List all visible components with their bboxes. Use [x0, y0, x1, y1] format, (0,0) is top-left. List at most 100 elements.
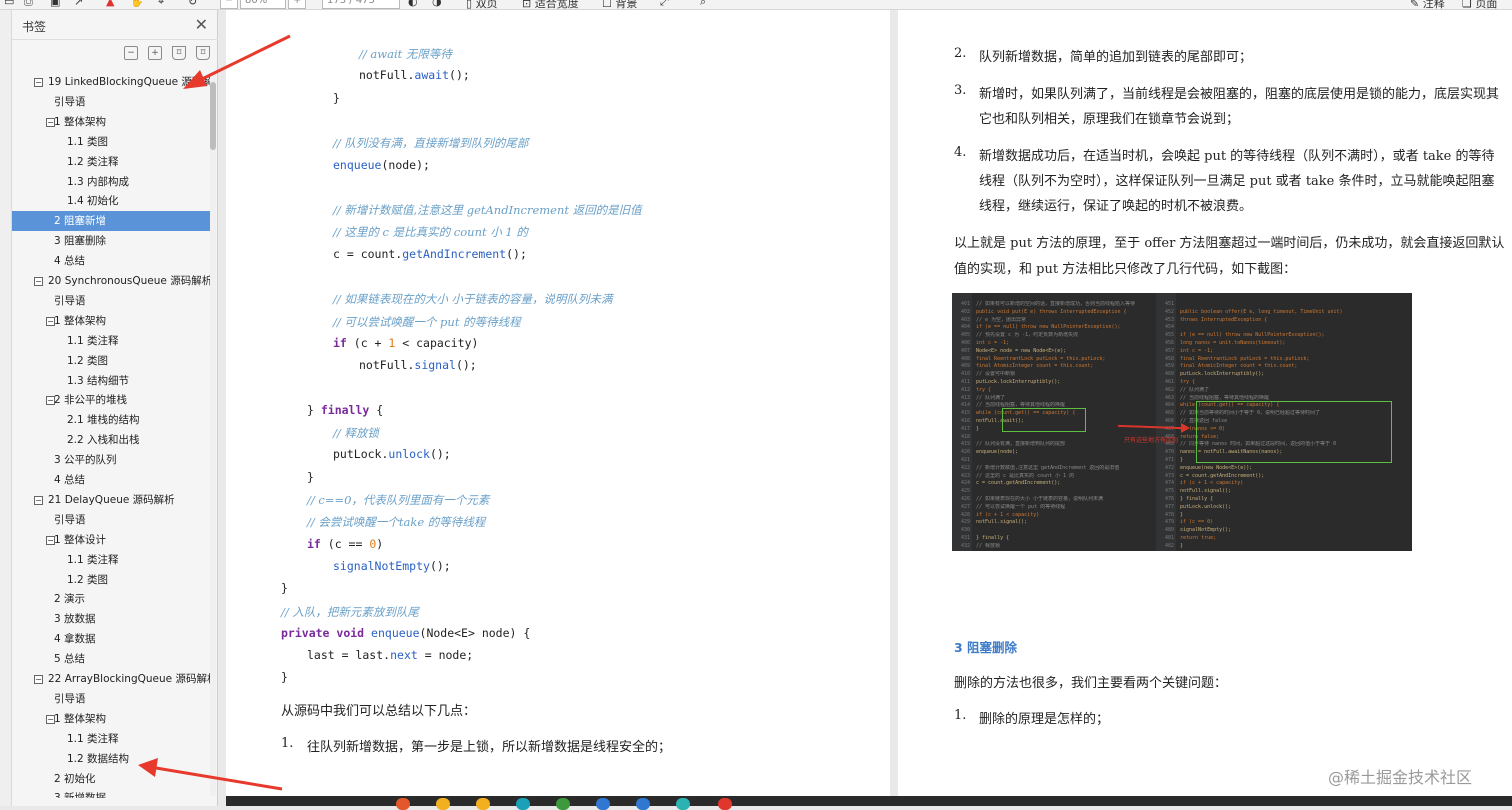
folder-app-icon[interactable]	[436, 798, 450, 810]
pointer-icon[interactable]: ▲	[106, 0, 114, 8]
sidebar-item[interactable]: 3 新增数据	[12, 788, 210, 798]
sidebar-item[interactable]: 1.4 初始化	[12, 191, 210, 211]
sidebar-item[interactable]: 3 阻塞删除	[12, 231, 210, 251]
sidebar-item[interactable]: 2 阻塞新增	[12, 211, 210, 232]
code-token: notFull.	[359, 358, 415, 373]
zoom-in-button[interactable]: +	[288, 0, 306, 9]
collapse-all-icon[interactable]: −	[124, 46, 138, 60]
sidebar-item[interactable]: 2 演示	[12, 589, 210, 609]
save-icon[interactable]: ▣	[50, 0, 60, 8]
line-number: 419	[960, 441, 970, 448]
close-icon[interactable]: ✕	[195, 15, 208, 34]
sidebar-item[interactable]: −1 整体架构	[12, 112, 210, 132]
sidebar-item[interactable]: 引导语	[12, 689, 210, 709]
share-icon[interactable]: ↗	[74, 0, 83, 8]
app-icon[interactable]	[676, 798, 690, 810]
sidebar-item[interactable]: 引导语	[12, 510, 210, 530]
sidebar-item[interactable]: −21 DelayQueue 源码解析	[12, 490, 210, 510]
add-bookmark-icon[interactable]: ⌑	[172, 46, 186, 60]
sidebar-item[interactable]: 1.1 类注释	[12, 331, 210, 351]
sidebar-item[interactable]: 引导语	[12, 92, 210, 112]
line-number: 460	[1164, 371, 1174, 378]
sidebar-item[interactable]: 3 公平的队列	[12, 450, 210, 470]
sidebar-item[interactable]: 2.2 入栈和出栈	[12, 430, 210, 450]
sidebar-item[interactable]: −19 LinkedBlockingQueue 源码解析	[12, 72, 210, 92]
expand-all-icon[interactable]: +	[148, 46, 162, 60]
code-line: if (e == null) throw new NullPointerExce…	[1180, 332, 1325, 339]
sidebar-item[interactable]: −1 整体设计	[12, 530, 210, 550]
annotate-button[interactable]: ✎ 注释	[1410, 0, 1445, 9]
sidebar-item[interactable]: −1 整体架构	[12, 311, 210, 331]
folder-icon[interactable]: ▭	[4, 0, 14, 8]
prev-page-icon[interactable]: ◐	[408, 0, 418, 8]
search-icon[interactable]: ⌕	[700, 0, 706, 9]
collapse-toggle-icon[interactable]: −	[34, 277, 43, 286]
background-button[interactable]: ☐ 背景	[602, 0, 637, 9]
sidebar-item[interactable]: −2 非公平的堆栈	[12, 390, 210, 410]
code-line: if (c + 1 < capacity)	[1180, 480, 1244, 487]
sidebar-item-label: 4 总结	[54, 255, 86, 268]
line-number: 482	[1164, 542, 1174, 549]
fit-width-button[interactable]: ⊡ 适合宽度	[522, 0, 579, 9]
code-token: // c==0，代表队列里面有一个元素	[307, 493, 490, 507]
page-input[interactable]: 173 / 473	[322, 0, 400, 9]
zoom-input[interactable]: 80%	[240, 0, 286, 9]
collapse-toggle-icon[interactable]: −	[34, 495, 43, 505]
sidebar-item-label: 1.3 结构细节	[67, 374, 130, 387]
sidebar-item[interactable]: 4 拿数据	[12, 629, 210, 649]
code-line: putLock.lockInterruptibly();	[1180, 371, 1265, 378]
sidebar-item[interactable]: 2.1 堆栈的结构	[12, 410, 210, 430]
sidebar-item-label: 2 非公平的堆栈	[54, 394, 128, 407]
sidebar-item[interactable]: −20 SynchronousQueue 源码解析	[12, 271, 210, 291]
page-button[interactable]: ❏ 页面	[1462, 0, 1497, 9]
next-page-icon[interactable]: ◑	[432, 0, 442, 8]
sidebar-item[interactable]: 1.1 类注释	[12, 729, 210, 749]
code-line: final ReentrantLock putLock = this.putLo…	[976, 355, 1106, 362]
sidebar-item[interactable]: 1.2 类图	[12, 570, 210, 590]
code-line: }	[281, 581, 288, 595]
sidebar-item[interactable]: 5 总结	[12, 649, 210, 669]
double-page-button[interactable]: ▯ 双页	[466, 0, 498, 9]
app-icon[interactable]	[516, 798, 530, 810]
print-icon[interactable]: ⎙	[24, 0, 33, 9]
app-icon[interactable]	[636, 798, 650, 810]
sidebar-item[interactable]: 3 放数据	[12, 609, 210, 629]
sidebar-item[interactable]: 1.2 类图	[12, 351, 210, 371]
list-number: 1.	[281, 736, 294, 751]
sidebar-item[interactable]: 引导语	[12, 291, 210, 311]
sidebar-item[interactable]: 1.2 数据结构	[12, 749, 210, 769]
hand-icon[interactable]: ✋	[130, 0, 144, 8]
collapse-toggle-icon[interactable]: −	[34, 78, 43, 87]
line-number: 452	[1164, 308, 1174, 315]
sidebar-item[interactable]: 1.3 结构细节	[12, 371, 210, 391]
sidebar-item[interactable]: 1.2 类注释	[12, 152, 210, 172]
code-line: // 设置可中断锁	[976, 371, 1016, 378]
sidebar-item-label: 引导语	[54, 294, 86, 307]
fullscreen-icon[interactable]: ⤢	[660, 0, 669, 9]
sidebar-item[interactable]: 1.3 内部构成	[12, 172, 210, 192]
sidebar-item[interactable]: 4 总结	[12, 251, 210, 271]
app-icon[interactable]	[556, 798, 570, 810]
app-icon[interactable]	[596, 798, 610, 810]
code-line: // await 无限等待	[359, 46, 452, 62]
select-icon[interactable]: ⌖	[158, 0, 164, 9]
code-line: // 入队，把新元素放到队尾	[281, 604, 419, 620]
sidebar-item-label: 1.1 类注释	[67, 553, 119, 566]
bookmark-icon[interactable]: ⌑	[196, 46, 210, 60]
rotate-icon[interactable]: ↻	[188, 0, 197, 8]
app-icon[interactable]	[396, 798, 410, 810]
app-icon[interactable]	[476, 798, 490, 810]
collapse-toggle-icon[interactable]: −	[34, 675, 43, 684]
sidebar-item[interactable]: −22 ArrayBlockingQueue 源码解析	[12, 669, 210, 689]
zoom-out-button[interactable]: −	[220, 0, 238, 9]
sidebar-scrollbar[interactable]	[210, 72, 216, 796]
sidebar-item[interactable]: 2 初始化	[12, 769, 210, 789]
sidebar-item[interactable]: 1.1 类注释	[12, 550, 210, 570]
sidebar-item[interactable]: 1.1 类图	[12, 132, 210, 152]
section-intro: 删除的方法也很多，我们主要看两个关键问题：	[954, 676, 1228, 691]
sidebar-item[interactable]: 4 总结	[12, 470, 210, 490]
code-line: // 预先设置 c 为 -1，约定负数为新增失败	[976, 332, 1079, 339]
scrollbar-thumb[interactable]	[210, 82, 216, 150]
sidebar-item[interactable]: −1 整体架构	[12, 709, 210, 729]
app-icon[interactable]	[718, 798, 732, 810]
